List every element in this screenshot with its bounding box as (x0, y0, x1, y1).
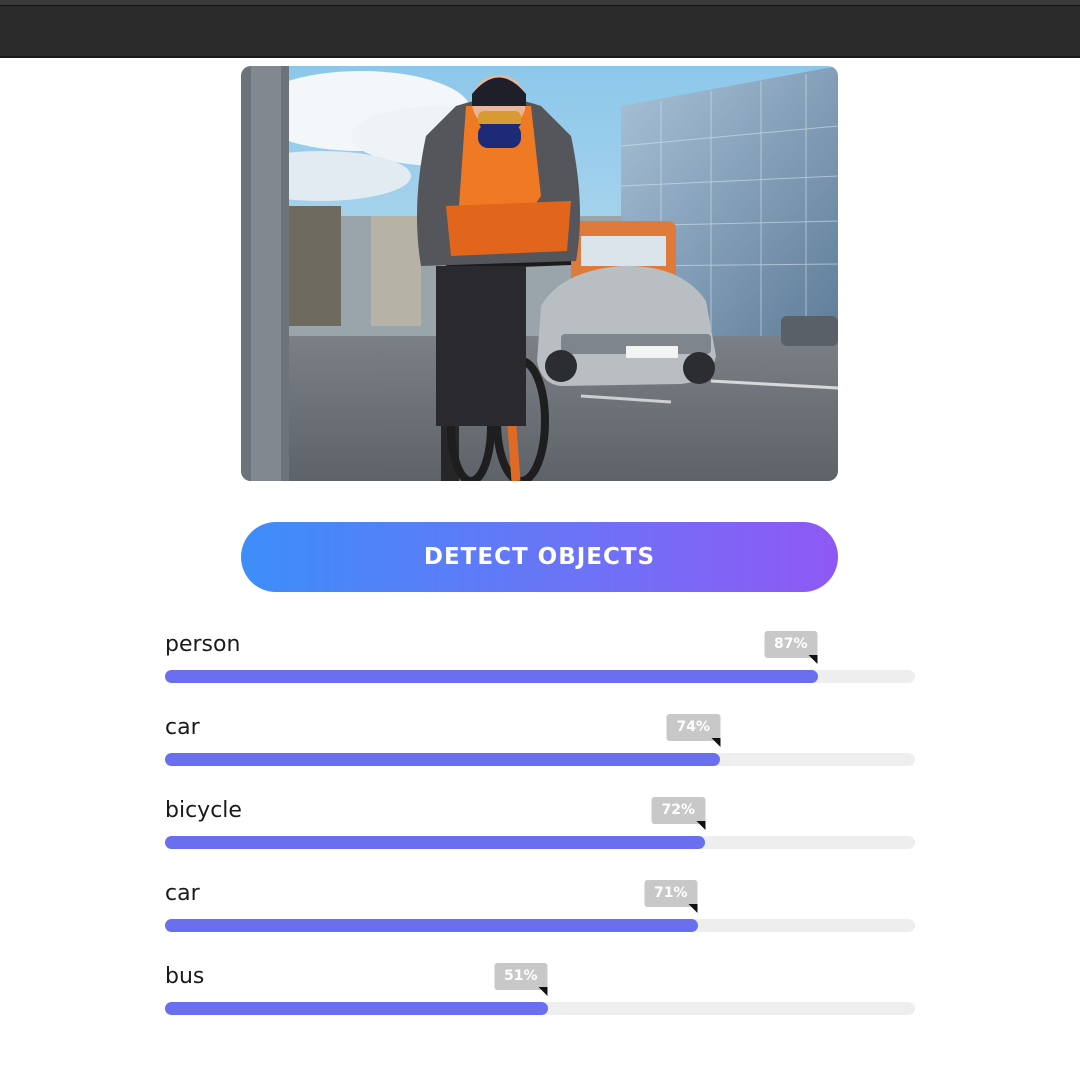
detection-results: person 87% car 74% bicycle 72% car 71% b… (165, 628, 915, 1043)
confidence-badge: 51% (493, 963, 548, 996)
browser-toolbar (0, 0, 1080, 58)
detect-objects-button[interactable]: DETECT OBJECTS (241, 522, 838, 592)
confidence-track (165, 753, 915, 766)
confidence-fill (165, 919, 698, 932)
confidence-track (165, 919, 915, 932)
result-row: car 74% (165, 711, 915, 794)
confidence-fill (165, 670, 818, 683)
result-label: person (165, 632, 241, 657)
confidence-badge: 74% (666, 714, 720, 747)
result-row: person 87% (165, 628, 915, 711)
confidence-fill (165, 753, 720, 766)
confidence-track (165, 670, 915, 683)
confidence-fill (165, 1002, 548, 1015)
result-row: bus 51% (165, 960, 915, 1043)
confidence-track (165, 836, 915, 849)
cyclist-street-image (241, 66, 838, 481)
result-label: car (165, 715, 200, 740)
result-label: bicycle (165, 798, 242, 823)
confidence-fill (165, 836, 705, 849)
result-label: bus (165, 964, 205, 989)
confidence-track (165, 1002, 915, 1015)
confidence-badge: 71% (643, 880, 698, 913)
confidence-badge: 87% (763, 631, 818, 664)
result-label: car (165, 881, 200, 906)
browser-address-strip (0, 0, 1080, 6)
confidence-badge: 72% (651, 797, 705, 830)
result-row: car 71% (165, 877, 915, 960)
result-row: bicycle 72% (165, 794, 915, 877)
input-photo (241, 66, 838, 481)
